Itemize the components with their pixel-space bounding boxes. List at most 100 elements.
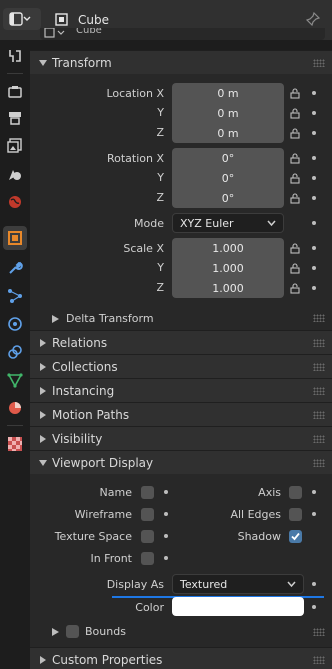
tab-constraints[interactable]: [3, 340, 27, 364]
keyframe-dot[interactable]: [312, 196, 316, 200]
keyframe-dot[interactable]: [312, 221, 316, 225]
tab-physics[interactable]: [3, 312, 27, 336]
keyframe-dot[interactable]: [164, 512, 168, 516]
mesh-data-icon: [7, 373, 23, 388]
tab-object-data[interactable]: [3, 368, 27, 392]
location-x-field[interactable]: 0 m: [172, 83, 284, 103]
location-z-field[interactable]: 0 m: [172, 123, 284, 143]
panel-transform-header[interactable]: Transform: [30, 50, 332, 74]
data-block-selector[interactable]: Cube: [40, 28, 325, 40]
properties-tab-strip: [0, 40, 50, 669]
drag-grip-icon[interactable]: [313, 363, 325, 371]
drag-grip-icon[interactable]: [313, 435, 325, 443]
panel-relations-header[interactable]: Relations: [30, 330, 332, 354]
lock-icon[interactable]: [289, 87, 301, 99]
tab-modifiers[interactable]: [3, 256, 27, 280]
keyframe-dot[interactable]: [312, 512, 316, 516]
lock-icon[interactable]: [289, 262, 301, 274]
keyframe-dot[interactable]: [164, 556, 168, 560]
editor-type-button[interactable]: [3, 8, 41, 30]
rotation-mode-select[interactable]: XYZ Euler: [172, 213, 284, 233]
panel-collections-header[interactable]: Collections: [30, 354, 332, 378]
tab-scene[interactable]: [3, 162, 27, 186]
panel-motion-paths-header[interactable]: Motion Paths: [30, 402, 332, 426]
scene-icon: [9, 170, 21, 180]
output-icon: [9, 112, 21, 125]
drag-grip-icon[interactable]: [313, 628, 325, 636]
in-front-checkbox[interactable]: [141, 552, 154, 565]
delta-transform-subpanel[interactable]: Delta Transform: [52, 312, 154, 325]
texture-space-label: Texture Space: [54, 530, 132, 543]
panel-title: Custom Properties: [52, 652, 163, 667]
tab-output[interactable]: [3, 106, 27, 130]
panel-viewport-display-header[interactable]: Viewport Display: [30, 450, 332, 474]
color-swatch[interactable]: [172, 597, 304, 616]
wireframe-checkbox[interactable]: [141, 508, 154, 521]
bounds-label: Bounds: [85, 625, 126, 638]
keyframe-dot[interactable]: [312, 131, 316, 135]
keyframe-dot[interactable]: [164, 534, 168, 538]
bounds-subpanel[interactable]: Bounds: [52, 625, 126, 638]
location-y-field[interactable]: 0 m: [172, 103, 284, 123]
drag-grip-icon[interactable]: [313, 656, 325, 664]
tab-tool[interactable]: [3, 44, 27, 68]
lock-icon[interactable]: [289, 107, 301, 119]
lock-icon[interactable]: [289, 172, 301, 184]
keyframe-dot[interactable]: [312, 582, 316, 586]
tab-render[interactable]: [3, 80, 27, 104]
panel-title: Visibility: [52, 431, 103, 446]
panel-custom-properties-header[interactable]: Custom Properties: [30, 647, 332, 669]
keyframe-dot[interactable]: [312, 176, 316, 180]
rotation-z-field[interactable]: 0°: [172, 188, 284, 208]
lock-icon[interactable]: [289, 152, 301, 164]
keyframe-dot[interactable]: [312, 246, 316, 250]
keyframe-dot[interactable]: [312, 490, 316, 494]
all-edges-checkbox[interactable]: [289, 508, 302, 521]
chevron-right-icon: [40, 655, 46, 664]
tab-material[interactable]: [3, 396, 27, 420]
drag-grip-icon[interactable]: [313, 459, 325, 467]
texture-space-checkbox[interactable]: [141, 530, 154, 543]
name-checkbox[interactable]: [141, 486, 154, 499]
tab-world[interactable]: [3, 190, 27, 214]
lock-icon[interactable]: [289, 242, 301, 254]
constraints-icon: [8, 345, 22, 359]
drag-grip-icon[interactable]: [313, 339, 325, 347]
tab-view-layer[interactable]: [3, 134, 27, 158]
scale-z-field[interactable]: 1.000: [172, 278, 284, 298]
lock-icon[interactable]: [289, 127, 301, 139]
panel-instancing-header[interactable]: Instancing: [30, 378, 332, 402]
lock-icon[interactable]: [289, 282, 301, 294]
bounds-checkbox[interactable]: [66, 625, 79, 638]
axis-checkbox[interactable]: [289, 486, 302, 499]
rotation-x-field[interactable]: 0°: [172, 148, 284, 168]
panel-title: Instancing: [52, 383, 115, 398]
panel-title: Motion Paths: [52, 407, 130, 422]
chevron-right-icon: [40, 362, 46, 371]
keyframe-dot[interactable]: [312, 286, 316, 290]
rotation-y-field[interactable]: 0°: [172, 168, 284, 188]
tool-icon: [9, 50, 21, 62]
scale-x-field[interactable]: 1.000: [172, 238, 284, 258]
chevron-right-icon: [52, 314, 59, 323]
keyframe-dot[interactable]: [312, 266, 316, 270]
tab-texture[interactable]: [3, 432, 27, 456]
drag-grip-icon[interactable]: [313, 314, 325, 322]
lock-icon[interactable]: [289, 192, 301, 204]
keyframe-dot[interactable]: [312, 156, 316, 160]
panel-visibility-header[interactable]: Visibility: [30, 426, 332, 450]
tab-particles[interactable]: [3, 284, 27, 308]
drag-grip-icon[interactable]: [313, 411, 325, 419]
scale-y-field[interactable]: 1.000: [172, 258, 284, 278]
keyframe-dot[interactable]: [312, 91, 316, 95]
tab-object[interactable]: [3, 226, 27, 250]
drag-grip-icon[interactable]: [313, 387, 325, 395]
display-as-select[interactable]: Textured: [172, 574, 304, 594]
pin-icon[interactable]: [306, 12, 320, 26]
shadow-checkbox[interactable]: [289, 530, 302, 543]
keyframe-dot[interactable]: [312, 605, 316, 609]
location-z-label: Z: [156, 126, 164, 139]
keyframe-dot[interactable]: [164, 490, 168, 494]
drag-grip-icon[interactable]: [313, 59, 325, 67]
keyframe-dot[interactable]: [312, 111, 316, 115]
